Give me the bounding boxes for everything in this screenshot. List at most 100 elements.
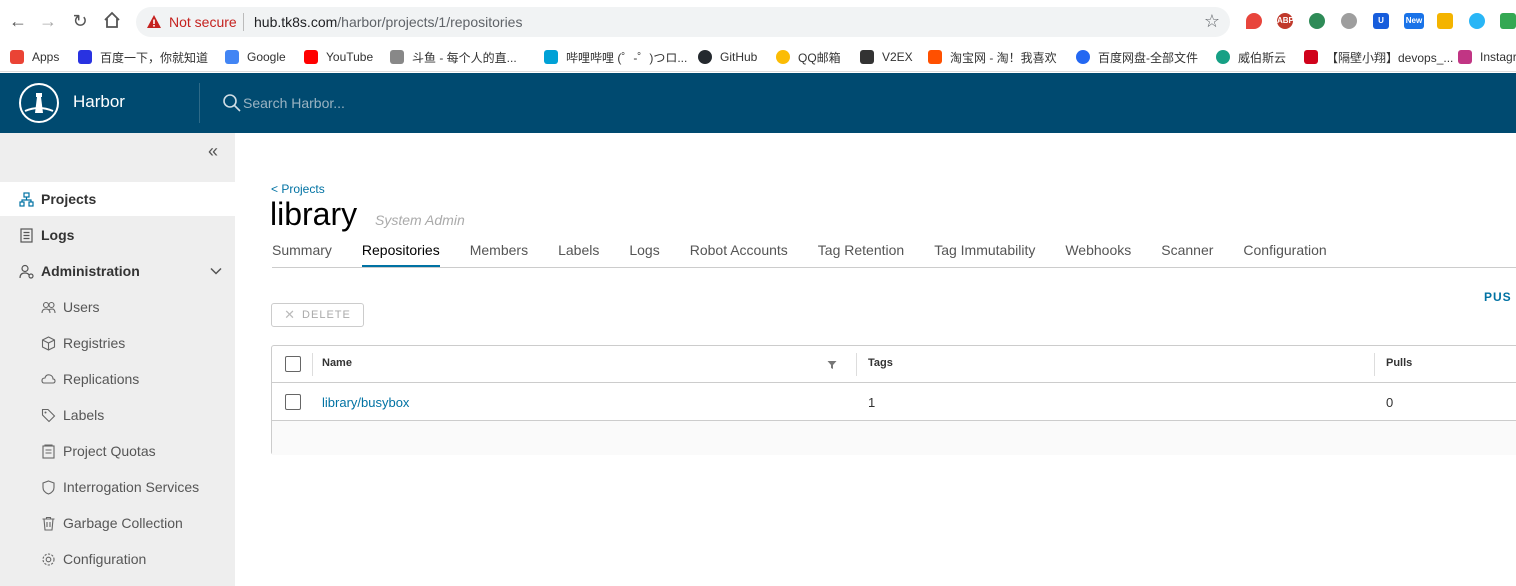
home-icon[interactable] xyxy=(102,11,122,31)
collapse-sidebar-icon[interactable]: « xyxy=(208,141,218,162)
adblock-extension-icon[interactable]: ABP xyxy=(1277,13,1294,29)
administration-icon xyxy=(19,264,34,279)
sidebar-item-interrogation-services[interactable]: Interrogation Services xyxy=(0,470,235,504)
circle-extension-icon[interactable] xyxy=(1341,13,1357,29)
new-extension-icon[interactable]: New xyxy=(1404,13,1424,29)
bookmark-item[interactable]: GitHub xyxy=(698,46,757,68)
bookmark-item[interactable]: 百度一下，你就知道 xyxy=(78,46,208,68)
harbor-logo-icon[interactable] xyxy=(19,83,59,123)
repository-name-link[interactable]: library/busybox xyxy=(322,395,409,410)
search-input[interactable] xyxy=(243,91,643,115)
push-command-button[interactable]: PUS xyxy=(1484,290,1512,304)
sidebar-item-replications[interactable]: Replications xyxy=(0,362,235,396)
bookmark-item[interactable]: 【隔壁小翔】devops_... xyxy=(1304,46,1453,68)
extension-icon[interactable] xyxy=(1500,13,1516,29)
sidebar-item-label: Replications xyxy=(63,371,140,387)
sidebar-item-administration[interactable]: Administration xyxy=(0,254,235,288)
sidebar-item-project-quotas[interactable]: Project Quotas xyxy=(0,434,235,468)
row-checkbox[interactable] xyxy=(285,394,301,410)
tab-scanner[interactable]: Scanner xyxy=(1161,240,1213,268)
bookmark-star-icon[interactable]: ☆ xyxy=(1204,11,1220,32)
forward-arrow-icon[interactable]: → xyxy=(38,11,58,31)
bookmark-item[interactable]: V2EX xyxy=(860,46,913,68)
tab-logs[interactable]: Logs xyxy=(629,240,659,268)
bookmark-item[interactable]: Apps xyxy=(10,46,59,68)
sidebar-item-label: Users xyxy=(63,299,100,315)
github-icon xyxy=(698,50,712,64)
tab-tag-immutability[interactable]: Tag Immutability xyxy=(934,240,1035,268)
sidebar-item-label: Registries xyxy=(63,335,126,351)
configuration-icon xyxy=(42,552,55,566)
taobao-icon xyxy=(928,50,942,64)
role-label: System Admin xyxy=(375,212,465,228)
warning-icon xyxy=(147,15,161,28)
url-text[interactable]: hub.tk8s.com/harbor/projects/1/repositor… xyxy=(254,14,522,30)
reload-icon[interactable]: ↻ xyxy=(70,11,90,31)
bookmark-item[interactable]: Google xyxy=(225,46,286,68)
cloud-icon xyxy=(1216,50,1230,64)
page-title: library xyxy=(270,196,358,232)
sidebar-item-garbage-collection[interactable]: Garbage Collection xyxy=(0,506,235,540)
sidebar-item-label: Garbage Collection xyxy=(63,515,183,531)
bookmark-label: 淘宝网 - 淘！我喜欢 xyxy=(950,50,1057,65)
column-header-pulls[interactable]: Pulls xyxy=(1386,357,1412,369)
labels-icon xyxy=(41,408,56,422)
bookmark-item[interactable]: QQ邮箱 xyxy=(776,46,841,68)
sidebar-item-label: Projects xyxy=(41,191,97,207)
bookmark-item[interactable]: YouTube xyxy=(304,46,373,68)
bookmark-item[interactable]: 威伯斯云 xyxy=(1216,46,1286,68)
bookmark-item[interactable]: 哔哩哔哩 (゜-゜)つロ... xyxy=(544,46,687,68)
globe-extension-icon[interactable] xyxy=(1309,13,1325,29)
sidebar-item-users[interactable]: Users xyxy=(0,290,235,324)
sidebar-item-labels[interactable]: Labels xyxy=(0,398,235,432)
column-header-name[interactable]: Name xyxy=(322,357,352,369)
not-secure-label: Not secure xyxy=(169,14,237,30)
back-arrow-icon[interactable]: ← xyxy=(8,11,28,31)
delete-button[interactable]: ✕ DELETE xyxy=(271,303,364,327)
sidebar-item-projects[interactable]: Projects xyxy=(0,182,235,216)
tags-count: 1 xyxy=(868,395,876,410)
tab-configuration[interactable]: Configuration xyxy=(1243,240,1326,268)
bookmark-item[interactable]: 斗鱼 - 每个人的直... xyxy=(390,46,517,68)
bookmark-label: 【隔壁小翔】devops_... xyxy=(1326,50,1454,65)
omnibox-divider xyxy=(243,13,244,31)
baidu-icon xyxy=(78,50,92,64)
bookmark-item[interactable]: 百度网盘-全部文件 xyxy=(1076,46,1198,68)
shield-extension-icon[interactable] xyxy=(1469,13,1485,29)
column-divider xyxy=(1374,353,1375,376)
tab-labels[interactable]: Labels xyxy=(558,240,599,268)
tabs-divider xyxy=(272,267,1516,268)
sidebar-item-logs[interactable]: Logs xyxy=(0,218,235,252)
address-bar[interactable]: Not secure hub.tk8s.com/harbor/projects/… xyxy=(136,7,1230,37)
main-content: < Projects library System Admin Summary … xyxy=(235,133,1516,586)
browser-toolbar: ← → ↻ Not secure hub.tk8s.com/harbor/pro… xyxy=(0,0,1516,42)
app-header: Harbor xyxy=(0,73,1516,133)
replications-icon xyxy=(41,373,56,384)
select-all-checkbox[interactable] xyxy=(285,356,301,372)
bookmark-item[interactable]: 淘宝网 - 淘！我喜欢 xyxy=(928,46,1057,68)
bookmark-label: YouTube xyxy=(326,50,374,64)
bookmark-label: Apps xyxy=(32,50,60,64)
tab-tag-retention[interactable]: Tag Retention xyxy=(818,240,904,268)
bookmark-label: 哔哩哔哩 (゜-゜)つロ... xyxy=(566,50,688,65)
filter-icon[interactable] xyxy=(827,360,837,370)
maps-extension-icon[interactable] xyxy=(1246,13,1262,29)
pikachu-extension-icon[interactable] xyxy=(1437,13,1453,29)
chevron-down-icon[interactable] xyxy=(209,264,223,278)
bookmark-label: 威伯斯云 xyxy=(1238,50,1287,65)
column-header-tags[interactable]: Tags xyxy=(868,357,893,369)
tab-robot-accounts[interactable]: Robot Accounts xyxy=(690,240,788,268)
sidebar-item-configuration[interactable]: Configuration xyxy=(0,542,235,576)
tab-webhooks[interactable]: Webhooks xyxy=(1065,240,1131,268)
bookmark-item[interactable]: Instagr xyxy=(1458,46,1516,68)
back-to-projects-link[interactable]: < Projects xyxy=(271,182,325,196)
tab-members[interactable]: Members xyxy=(470,240,528,268)
bookmark-label: 百度一下，你就知道 xyxy=(100,50,209,65)
logs-icon xyxy=(20,227,33,243)
sidebar-item-registries[interactable]: Registries xyxy=(0,326,235,360)
youtube-icon xyxy=(304,50,318,64)
bitwarden-extension-icon[interactable]: U xyxy=(1373,13,1389,29)
tab-summary[interactable]: Summary xyxy=(272,240,332,268)
tab-repositories[interactable]: Repositories xyxy=(361,240,440,268)
brand-name[interactable]: Harbor xyxy=(73,92,125,112)
